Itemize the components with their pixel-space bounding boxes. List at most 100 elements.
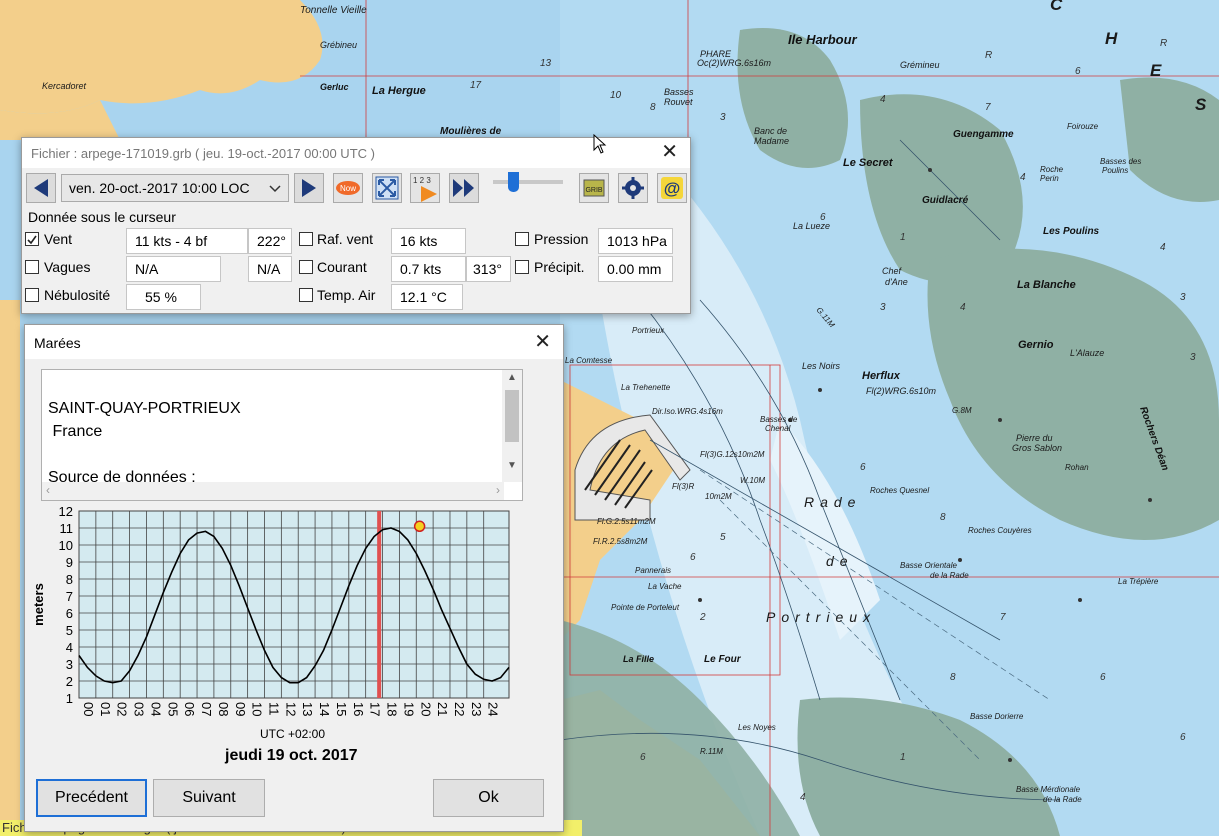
fast-forward-icon — [453, 179, 474, 197]
map-label: L'Alauze — [1070, 348, 1104, 358]
cursor-data-heading: Donnée sous le curseur — [28, 209, 176, 225]
time-slider[interactable] — [493, 172, 563, 192]
horizontal-scrollbar[interactable]: ‹ › — [42, 482, 504, 500]
play-count-icon: 1 2 3 — [413, 176, 437, 202]
svg-text:6: 6 — [820, 212, 826, 223]
nebulosite-value: 55 % — [126, 284, 201, 310]
data-window: Fichier : arpege-171019.grb ( jeu. 19-oc… — [21, 137, 691, 314]
map-label: Roches Quesnel — [870, 486, 929, 495]
email-button[interactable]: @ — [657, 173, 687, 203]
x-tick-label: 04 — [148, 702, 163, 716]
zoom-extent-button[interactable] — [372, 173, 402, 203]
map-label: 10m2M — [705, 492, 732, 501]
svg-text:13: 13 — [540, 58, 552, 69]
tide-chart[interactable]: 12345678910111200 01 02 03 04 05 06 07 08 09 10 11 1… — [25, 503, 545, 748]
next-step-button[interactable] — [294, 173, 324, 203]
map-label: Rouvet — [664, 97, 693, 107]
svg-text:6: 6 — [860, 462, 866, 473]
x-tick-label: 02 — [115, 702, 130, 716]
map-label: La Hergue — [372, 85, 426, 97]
nebulosite-checkbox[interactable] — [25, 288, 39, 302]
precip-label: Précipit. — [534, 259, 585, 275]
map-label: Fl(3)G.12s10m2M — [700, 450, 765, 459]
svg-text:4: 4 — [960, 302, 966, 313]
scrollbar-thumb[interactable] — [505, 390, 519, 442]
vagues-checkbox[interactable] — [25, 260, 39, 274]
vagues-value: N/A — [126, 256, 221, 282]
raf-vent-checkbox[interactable] — [299, 232, 313, 246]
previous-step-button[interactable] — [26, 173, 56, 203]
svg-text:6: 6 — [640, 752, 646, 763]
time-slider-thumb[interactable] — [507, 172, 519, 192]
svg-text:8: 8 — [950, 672, 956, 683]
y-tick-label: 12 — [59, 504, 73, 519]
x-tick-label: 19 — [401, 702, 416, 716]
expand-arrows-icon — [375, 176, 399, 200]
ok-button[interactable]: Ok — [433, 779, 544, 817]
temp-air-checkbox[interactable] — [299, 288, 313, 302]
svg-text:5: 5 — [720, 532, 726, 543]
map-label: Rade — [804, 494, 861, 510]
x-tick-label: 12 — [283, 702, 298, 716]
x-tick-label: 14 — [317, 702, 332, 716]
y-tick-label: 4 — [66, 640, 73, 655]
map-label: Herflux — [862, 370, 901, 382]
station-country: France — [48, 423, 103, 440]
svg-text:Now: Now — [340, 184, 356, 193]
tide-window-titlebar[interactable]: Marées ✕ — [25, 325, 563, 359]
scroll-right-icon[interactable]: › — [496, 483, 500, 497]
map-label: Le Four — [704, 654, 742, 665]
next-day-button[interactable]: Suivant — [153, 779, 265, 817]
x-tick-label: 08 — [216, 702, 231, 716]
map-label: Basses des — [1100, 157, 1141, 166]
gear-icon — [622, 177, 644, 199]
svg-text:7: 7 — [985, 102, 991, 113]
map-label: Fl(3)R — [672, 482, 694, 491]
vent-value: 11 kts - 4 bf — [126, 228, 248, 254]
data-window-titlebar[interactable]: Fichier : arpege-171019.grb ( jeu. 19-oc… — [22, 138, 690, 168]
map-label: Perin — [1040, 174, 1059, 183]
settings-button[interactable] — [618, 173, 648, 203]
now-button[interactable]: Now — [333, 173, 363, 203]
pression-checkbox[interactable] — [515, 232, 529, 246]
scroll-down-icon[interactable]: ▼ — [507, 460, 517, 471]
x-tick-label: 24 — [486, 702, 501, 716]
x-tick-label: 07 — [199, 702, 214, 716]
pression-label: Pression — [534, 231, 589, 247]
svg-text:C: C — [1050, 0, 1063, 14]
map-label: R.11M — [700, 747, 723, 756]
date-select-value: ven. 20-oct.-2017 10:00 LOC — [69, 180, 250, 196]
tide-window-close-icon[interactable]: ✕ — [534, 331, 551, 353]
map-label: La Blanche — [1017, 279, 1076, 291]
svg-text:7: 7 — [1000, 612, 1006, 623]
date-select[interactable]: ven. 20-oct.-2017 10:00 LOC — [61, 174, 289, 202]
svg-text:10: 10 — [610, 90, 622, 101]
station-info-box[interactable]: SAINT-QUAY-PORTRIEUX France Source de do… — [41, 369, 523, 501]
svg-text:GRIB: GRIB — [585, 187, 602, 194]
animation-button[interactable]: 1 2 3 — [410, 173, 440, 203]
x-tick-label: 23 — [469, 702, 484, 716]
precip-checkbox[interactable] — [515, 260, 529, 274]
map-label: Pointe de Porteleut — [611, 603, 680, 612]
map-label: Le Secret — [843, 157, 894, 169]
scroll-left-icon[interactable]: ‹ — [46, 483, 50, 497]
temp-air-label: Temp. Air — [317, 287, 376, 303]
map-label: de — [826, 553, 854, 569]
courant-checkbox[interactable] — [299, 260, 313, 274]
data-window-close-icon[interactable]: ✕ — [661, 141, 678, 163]
map-label: Pierre du — [1016, 433, 1053, 443]
vent-checkbox[interactable] — [25, 232, 39, 246]
vertical-scrollbar[interactable]: ▲ ▼ — [502, 370, 522, 482]
courant-direction: 313° — [466, 256, 511, 282]
map-label: Basses — [664, 87, 694, 97]
y-tick-label: 3 — [66, 657, 73, 672]
y-tick-label: 11 — [60, 521, 74, 536]
svg-text:2: 2 — [699, 612, 706, 623]
previous-day-button[interactable]: Precédent — [36, 779, 147, 817]
scroll-up-icon[interactable]: ▲ — [507, 372, 517, 383]
svg-text:6: 6 — [1100, 672, 1106, 683]
fast-forward-button[interactable] — [449, 173, 479, 203]
courant-label: Courant — [317, 259, 367, 275]
grib-button[interactable]: GRIB — [579, 173, 609, 203]
svg-text:4: 4 — [800, 792, 806, 803]
